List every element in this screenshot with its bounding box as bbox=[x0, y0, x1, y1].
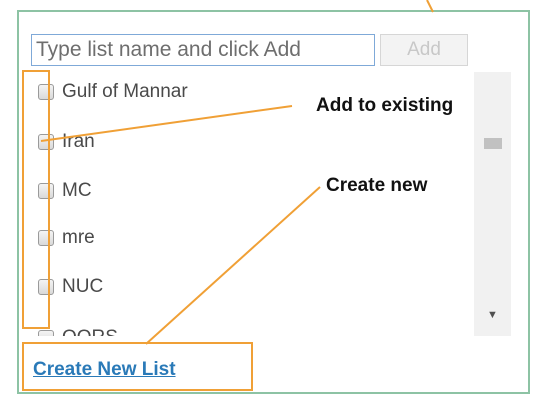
list-item-label: Gulf of Mannar bbox=[62, 81, 188, 102]
create-link-highlight-box bbox=[22, 342, 253, 391]
list-item-label: mre bbox=[62, 227, 95, 248]
scroll-down-arrow-icon[interactable]: ▼ bbox=[474, 300, 511, 330]
list-item-label: MC bbox=[62, 180, 92, 201]
scroll-thumb[interactable] bbox=[484, 138, 502, 149]
add-button[interactable]: Add bbox=[380, 34, 468, 66]
list-item-label: Iran bbox=[62, 131, 95, 152]
list-name-input[interactable] bbox=[31, 34, 375, 66]
callout-add-to-existing: Add to existing bbox=[316, 95, 454, 116]
checkbox-highlight-box bbox=[22, 70, 50, 329]
checkbox-icon[interactable] bbox=[38, 330, 54, 336]
list-scrollbar[interactable]: ▼ bbox=[474, 72, 511, 336]
callout-create-new: Create new bbox=[326, 175, 428, 196]
list-item-label: NUC bbox=[62, 276, 104, 297]
list-item-label: OORS bbox=[62, 327, 118, 336]
